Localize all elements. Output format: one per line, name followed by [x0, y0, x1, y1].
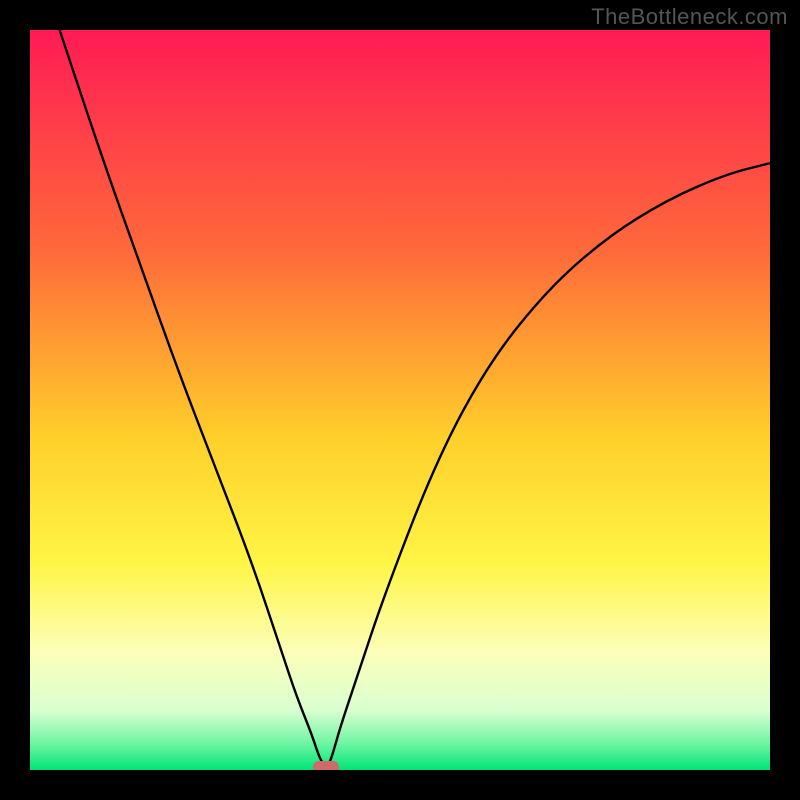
- chart-frame: TheBottleneck.com: [0, 0, 800, 800]
- watermark-text: TheBottleneck.com: [591, 4, 788, 30]
- plot-area: [30, 30, 770, 770]
- optimum-marker: [313, 761, 339, 770]
- bottleneck-chart: [30, 30, 770, 770]
- gradient-background: [30, 30, 770, 770]
